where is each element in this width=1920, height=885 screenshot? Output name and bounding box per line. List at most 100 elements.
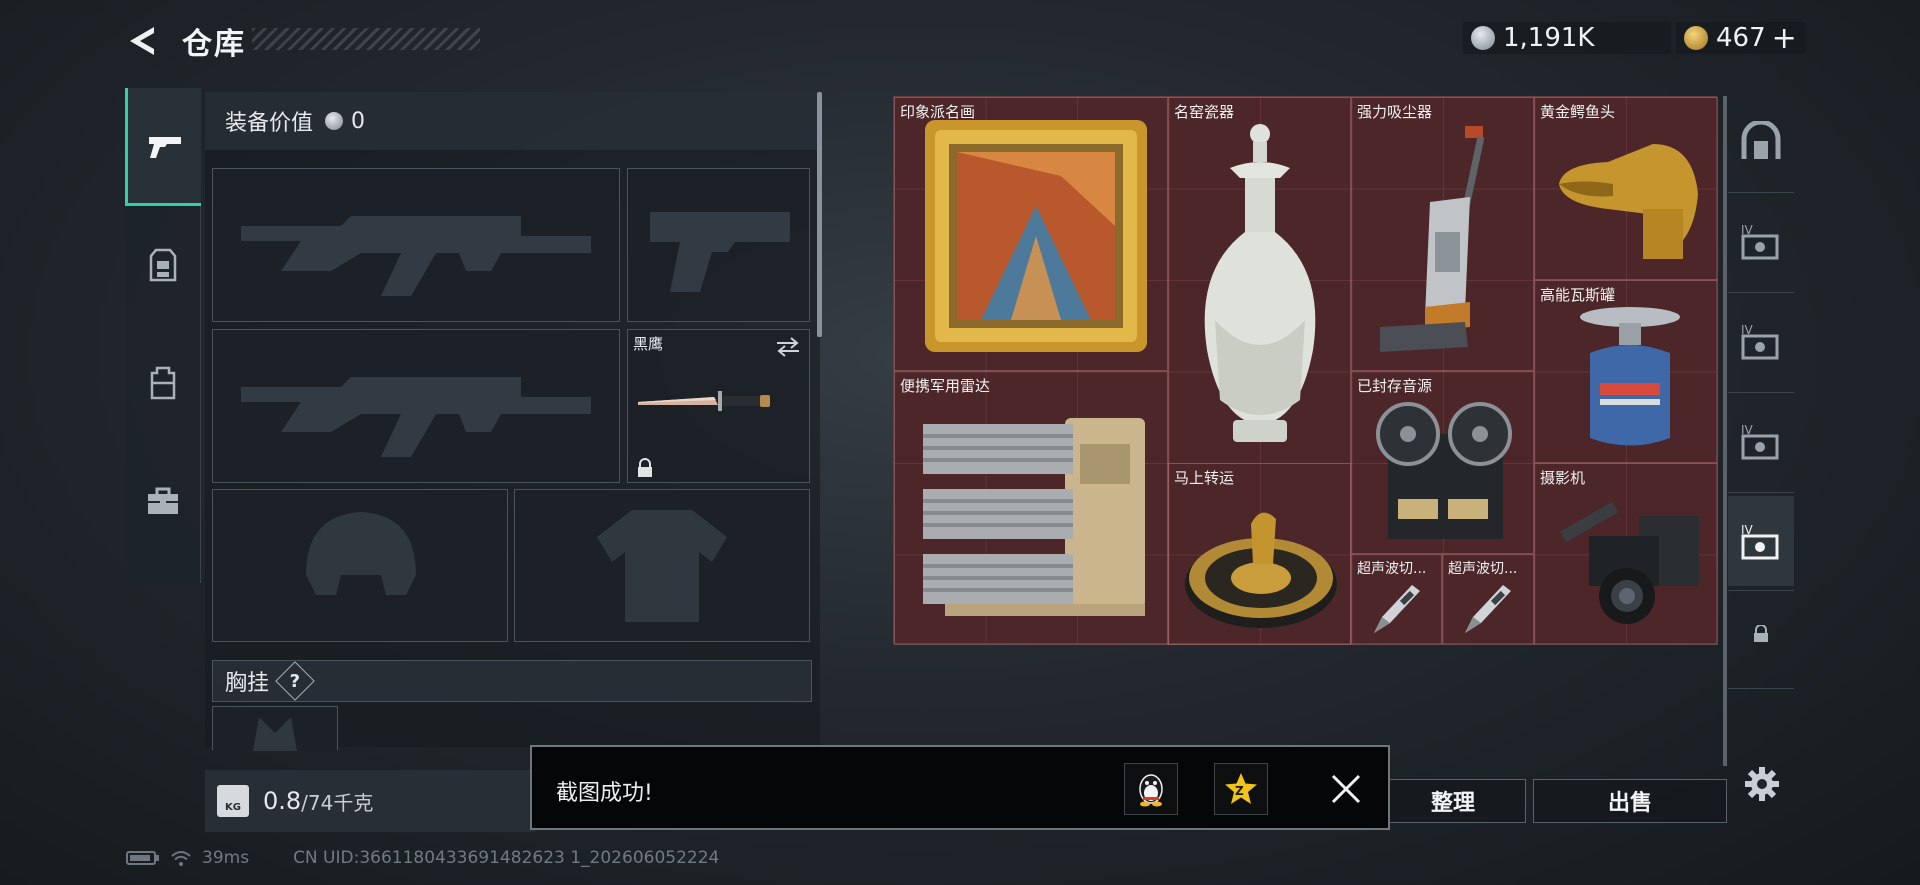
tab-stash-page-3[interactable]: IV [1728, 396, 1794, 486]
item-vacuum-cleaner[interactable]: 强力吸尘器 [1351, 97, 1534, 371]
category-tabs [125, 88, 201, 583]
weight-icon: KG [217, 785, 249, 817]
sort-button[interactable]: 整理 [1380, 779, 1526, 823]
tab-stash-page-2[interactable]: IV [1728, 296, 1794, 386]
chest-rig-silhouette-icon [253, 717, 297, 751]
share-qzone-button[interactable]: Z [1214, 763, 1268, 815]
melee-weapon-name: 黑鹰 [633, 335, 664, 353]
film-camera-icon [1560, 501, 1699, 624]
golden-crocodile-icon [1559, 144, 1698, 259]
vase-icon [1204, 124, 1316, 442]
item-name: 便携军用雷达 [900, 377, 991, 395]
knife-icon [638, 391, 770, 411]
tab-weapons[interactable] [125, 88, 201, 206]
battery-icon [126, 851, 159, 865]
item-name: 名窑瓷器 [1174, 103, 1235, 121]
add-currency-button[interactable]: + [1772, 21, 1797, 56]
toast-message: 截图成功! [556, 781, 653, 806]
item-name: 超声波切... [1357, 561, 1427, 577]
close-toast-button[interactable] [1330, 773, 1362, 805]
item-name: 已封存音源 [1357, 377, 1433, 395]
close-icon [1331, 774, 1361, 804]
tab-stash-main[interactable] [1728, 96, 1794, 186]
ping-readout: 39ms [202, 848, 250, 868]
lock-icon [1754, 625, 1768, 642]
gold-coin-icon [1684, 26, 1708, 50]
radar-icon [923, 418, 1145, 616]
pistol-silhouette-icon [650, 212, 790, 292]
primary-weapon-slot-2[interactable] [212, 329, 620, 483]
briefcase-icon [148, 487, 178, 514]
loadout-scrollbar[interactable] [817, 92, 822, 337]
item-portable-military-radar[interactable]: 便携军用雷达 [894, 371, 1168, 645]
item-name: 马上转运 [1174, 469, 1235, 487]
gold-amount: 467 [1716, 23, 1766, 53]
golden-wheel-icon [1185, 512, 1337, 628]
item-golden-crocodile-head[interactable]: 黄金鳄鱼头 [1534, 97, 1718, 280]
weight-readout: 0.8 /74千克 [263, 787, 373, 816]
lock-icon [638, 458, 652, 477]
assault-rifle-silhouette-icon [241, 377, 591, 457]
item-name: 摄影机 [1540, 469, 1586, 487]
item-name: 超声波切... [1448, 561, 1518, 577]
equipment-value-bar: 装备价值 0 [205, 92, 817, 150]
item-ultrasonic-cutter-2[interactable]: 超声波切... [1442, 554, 1534, 645]
storage-case-icon: IV [1741, 423, 1779, 460]
sell-button[interactable]: 出售 [1533, 779, 1727, 823]
page-title: 仓库 [182, 27, 246, 62]
item-high-energy-gas-canister[interactable]: 高能瓦斯罐 [1534, 280, 1718, 463]
weight-max: /74千克 [301, 790, 374, 815]
item-sealed-audio-source[interactable]: 已封存音源 [1351, 371, 1534, 554]
reel-tape-recorder-icon [1376, 402, 1512, 539]
share-qq-button[interactable] [1124, 763, 1178, 815]
qzone-star-icon: Z [1225, 773, 1257, 804]
stash-page-tabs: IV IV IV IV [1728, 96, 1794, 766]
svg-text:Z: Z [1235, 784, 1244, 798]
tab-toolbox[interactable] [125, 442, 201, 560]
gas-canister-icon [1580, 307, 1680, 446]
chest-rig-slot[interactable] [212, 706, 338, 751]
tab-stash-page-4[interactable]: IV [1728, 496, 1794, 586]
item-name: 高能瓦斯罐 [1540, 286, 1616, 304]
gold-currency[interactable]: 467 + [1676, 21, 1806, 56]
item-impressionist-painting[interactable]: 印象派名画 [894, 97, 1168, 371]
equipment-value: 0 [351, 108, 366, 134]
swap-icon[interactable] [775, 336, 801, 358]
user-uid: CN UID:3661180433691482623 1_20260605222… [293, 848, 720, 868]
item-name: 强力吸尘器 [1357, 103, 1433, 121]
screenshot-toast: 截图成功! Z [530, 745, 1390, 830]
item-video-camera[interactable]: 摄影机 [1534, 463, 1718, 645]
item-ultrasonic-cutter-1[interactable]: 超声波切... [1351, 554, 1442, 645]
silver-coin-icon [1471, 26, 1495, 50]
storage-case-icon: IV [1741, 523, 1779, 560]
status-bar: 39ms CN UID:3661180433691482623 1_202606… [126, 848, 719, 868]
vacuum-icon [1380, 126, 1485, 352]
silver-coin-icon [325, 112, 344, 130]
settings-button[interactable] [1744, 766, 1780, 802]
body-armor-slot[interactable] [514, 489, 810, 642]
carry-weight-bar: KG 0.8 /74千克 [205, 770, 535, 832]
chest-rig-header: 胸挂 ? [212, 660, 812, 702]
back-button[interactable] [124, 24, 160, 58]
help-button[interactable]: ? [275, 661, 315, 701]
helmet-slot[interactable] [212, 489, 508, 642]
silver-amount: 1,191K [1503, 23, 1595, 53]
tab-stash-page-1[interactable]: IV [1728, 196, 1794, 286]
silver-currency[interactable]: 1,191K [1463, 22, 1671, 54]
tab-stash-locked[interactable] [1728, 594, 1794, 674]
cutter-pen-icon [1465, 585, 1511, 633]
helmet-silhouette-icon [306, 512, 416, 595]
melee-weapon-slot[interactable]: 黑鹰 [627, 329, 810, 483]
assault-rifle-silhouette-icon [241, 216, 591, 296]
item-lucky-wheel[interactable]: 马上转运 [1168, 463, 1351, 645]
stash-vault-icon [1741, 121, 1781, 159]
gear-icon [1745, 767, 1779, 801]
backpack-icon [150, 366, 176, 400]
tab-backpack[interactable] [125, 324, 201, 442]
pistol-icon [148, 136, 181, 158]
primary-weapon-slot-1[interactable] [212, 168, 620, 322]
item-name: 黄金鳄鱼头 [1540, 103, 1616, 121]
pistol-slot[interactable] [627, 168, 810, 322]
tab-armor[interactable] [125, 206, 201, 324]
grid-scrollbar[interactable] [1723, 96, 1727, 766]
